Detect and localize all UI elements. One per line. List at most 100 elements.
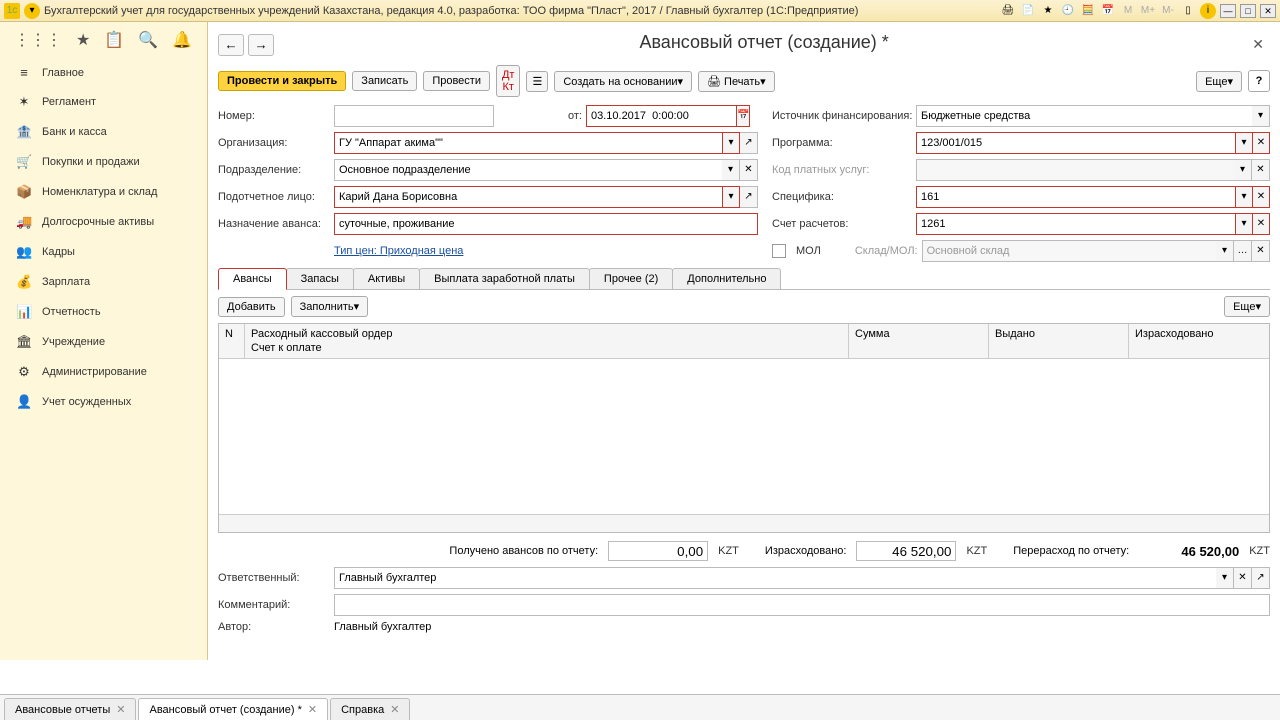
help-icon[interactable]: i <box>1200 3 1216 19</box>
dropdown-icon[interactable]: ▾ <box>1235 213 1253 235</box>
forward-button[interactable]: → <box>248 34 274 56</box>
grid[interactable]: N Расходный кассовый ордер Счет к оплате… <box>218 323 1270 533</box>
bell-icon[interactable]: 🔔 <box>172 30 192 50</box>
person-input[interactable] <box>334 186 723 208</box>
post-and-close-button[interactable]: Провести и закрыть <box>218 71 346 91</box>
write-button[interactable]: Записать <box>352 71 417 91</box>
resp-input[interactable] <box>334 567 1216 589</box>
dropdown-icon[interactable]: ▾ <box>722 132 740 154</box>
mol-checkbox[interactable] <box>772 244 786 258</box>
finsource-input[interactable] <box>916 105 1252 127</box>
sidebar-item[interactable]: 👤Учет осужденных <box>0 387 207 417</box>
tab-avansy[interactable]: Авансы <box>218 268 287 290</box>
close-icon[interactable]: ✕ <box>308 703 317 716</box>
close-icon[interactable]: ✕ <box>390 703 399 716</box>
tab-dopoln[interactable]: Дополнительно <box>672 268 781 289</box>
comment-input[interactable] <box>334 594 1270 616</box>
sidebar-item[interactable]: 🚚Долгосрочные активы <box>0 207 207 237</box>
org-input[interactable] <box>334 132 723 154</box>
sidebar-item[interactable]: 📊Отчетность <box>0 297 207 327</box>
back-button[interactable]: ← <box>218 34 244 56</box>
dropdown-icon[interactable]: ▾ <box>24 3 40 19</box>
open-icon[interactable]: ↗ <box>740 132 758 154</box>
spec-input[interactable] <box>916 186 1236 208</box>
structure-button[interactable]: ☰ <box>526 71 548 92</box>
dept-input[interactable] <box>334 159 722 181</box>
toolbar-icon[interactable]: M- <box>1160 3 1176 19</box>
col-n[interactable]: N <box>219 324 245 358</box>
sidebar-item[interactable]: 👥Кадры <box>0 237 207 267</box>
col-sum[interactable]: Сумма <box>849 324 989 358</box>
grid-more-button[interactable]: Еще▾ <box>1224 296 1270 317</box>
dropdown-icon[interactable]: ▾ <box>722 186 740 208</box>
window-tab[interactable]: Авансовые отчеты✕ <box>4 698 136 720</box>
sidebar-item[interactable]: ≡Главное <box>0 58 207 87</box>
tab-aktivy[interactable]: Активы <box>353 268 420 289</box>
post-button[interactable]: Провести <box>423 71 490 91</box>
toolbar-icon[interactable]: 🖨 <box>1000 3 1016 19</box>
clear-icon[interactable]: ✕ <box>740 159 758 181</box>
currency: KZT <box>718 545 739 557</box>
close-icon[interactable]: ✕ <box>116 703 125 716</box>
toolbar-icon[interactable]: 🧮 <box>1080 3 1096 19</box>
window-tab[interactable]: Справка✕ <box>330 698 410 720</box>
toolbar-icon[interactable]: 🕘 <box>1060 3 1076 19</box>
close-button[interactable]: ✕ <box>1260 4 1276 18</box>
col-rko[interactable]: Расходный кассовый ордер <box>251 328 842 340</box>
fill-button[interactable]: Заполнить▾ <box>291 296 369 317</box>
dropdown-icon[interactable]: ▾ <box>1235 132 1253 154</box>
account-input[interactable] <box>916 213 1236 235</box>
clear-icon[interactable]: ✕ <box>1252 186 1270 208</box>
clipboard-icon[interactable]: 📋 <box>104 30 124 50</box>
sidebar-item[interactable]: ⚙Администрирование <box>0 357 207 387</box>
sidebar-item[interactable]: 🏛Учреждение <box>0 327 207 357</box>
sidebar-item[interactable]: ✶Регламент <box>0 87 207 117</box>
tab-zapasy[interactable]: Запасы <box>286 268 354 289</box>
search-icon[interactable]: 🔍 <box>138 30 158 50</box>
create-based-button[interactable]: Создать на основании▾ <box>554 71 692 92</box>
form-close-button[interactable]: ✕ <box>1246 36 1270 53</box>
dropdown-icon[interactable]: ▾ <box>1216 567 1234 589</box>
calendar-icon[interactable]: 📅 <box>736 105 750 127</box>
apps-icon[interactable]: ⋮⋮⋮ <box>14 30 62 50</box>
col-spent[interactable]: Израсходовано <box>1129 324 1269 358</box>
dropdown-icon[interactable]: ▾ <box>1235 186 1253 208</box>
open-icon[interactable]: ↗ <box>1252 567 1270 589</box>
sidebar-item[interactable]: 📦Номенклатура и склад <box>0 177 207 207</box>
purpose-input[interactable] <box>334 213 758 235</box>
price-type-link[interactable]: Тип цен: Приходная цена <box>334 245 463 257</box>
date-input[interactable] <box>586 105 737 127</box>
clear-icon[interactable]: ✕ <box>1252 213 1270 235</box>
help-button[interactable]: ? <box>1248 70 1270 92</box>
window-tab-active[interactable]: Авансовый отчет (создание) *✕ <box>138 698 328 720</box>
tab-prochee[interactable]: Прочее (2) <box>589 268 673 289</box>
more-button[interactable]: Еще▾ <box>1196 71 1242 92</box>
sidebar-item[interactable]: 🏦Банк и касса <box>0 117 207 147</box>
toolbar-icon[interactable]: M+ <box>1140 3 1156 19</box>
command-bar: Провести и закрыть Записать Провести ДтК… <box>208 61 1280 105</box>
col-issued[interactable]: Выдано <box>989 324 1129 358</box>
clear-icon[interactable]: ✕ <box>1234 567 1252 589</box>
open-icon[interactable]: ↗ <box>740 186 758 208</box>
print-button[interactable]: 🖨 Печать▾ <box>698 71 775 92</box>
toolbar-icon[interactable]: 📅 <box>1100 3 1116 19</box>
dropdown-icon[interactable]: ▾ <box>1252 105 1270 127</box>
add-button[interactable]: Добавить <box>218 297 285 317</box>
col-sub[interactable]: Счет к оплате <box>251 342 842 354</box>
sidebar-item[interactable]: 🛒Покупки и продажи <box>0 147 207 177</box>
toolbar-icon[interactable]: M <box>1120 3 1136 19</box>
number-input[interactable] <box>334 105 494 127</box>
star-icon[interactable]: ★ <box>76 30 90 50</box>
toolbar-icon[interactable]: ▯ <box>1180 3 1196 19</box>
toolbar-icon[interactable]: ★ <box>1040 3 1056 19</box>
toolbar-icon[interactable]: 📄 <box>1020 3 1036 19</box>
minimize-button[interactable]: — <box>1220 4 1236 18</box>
program-input[interactable] <box>916 132 1236 154</box>
dropdown-icon[interactable]: ▾ <box>722 159 740 181</box>
dt-kt-button[interactable]: ДтКт <box>496 65 521 97</box>
grid-body[interactable] <box>219 359 1269 514</box>
sidebar-item[interactable]: 💰Зарплата <box>0 267 207 297</box>
clear-icon[interactable]: ✕ <box>1252 132 1270 154</box>
tab-vyplata[interactable]: Выплата заработной платы <box>419 268 590 289</box>
maximize-button[interactable]: □ <box>1240 4 1256 18</box>
